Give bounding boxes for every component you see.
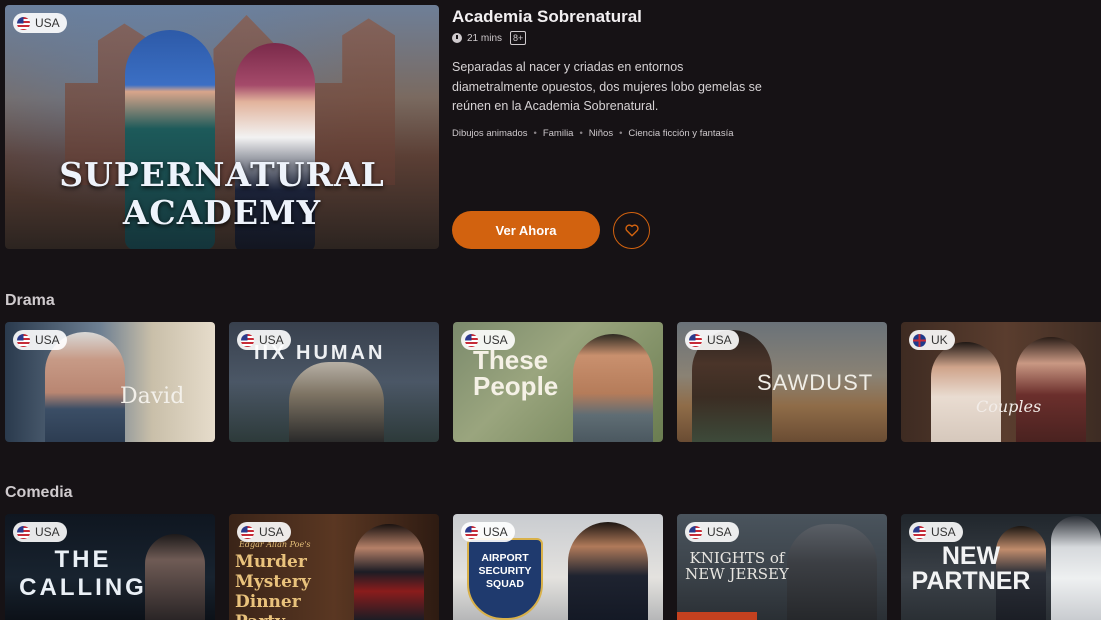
title-card[interactable]: SAWDUST USA: [677, 322, 887, 442]
poster-figure: [931, 342, 1001, 442]
country-label: USA: [35, 16, 60, 30]
card-title: AIRPORT SECURITY SQUAD: [478, 552, 532, 590]
genre-separator: •: [619, 128, 623, 139]
genre-tag: Niños: [588, 128, 614, 139]
country-badge: USA: [685, 522, 739, 542]
poster-figure: [1016, 337, 1086, 442]
favorite-button[interactable]: [613, 212, 650, 249]
title-card[interactable]: THE CALLING USA: [5, 514, 215, 620]
genre-tag: Familia: [542, 128, 574, 139]
heart-icon: [624, 224, 639, 237]
poster-figure: [1051, 516, 1101, 620]
usa-flag-icon: [913, 525, 926, 539]
country-label: USA: [35, 525, 60, 539]
country-badge: USA: [461, 330, 515, 350]
country-badge: USA: [237, 522, 291, 542]
country-label: USA: [259, 333, 284, 347]
watch-now-button[interactable]: Ver Ahora: [452, 211, 600, 249]
genre-separator: •: [533, 128, 537, 139]
usa-flag-icon: [17, 333, 30, 347]
title-card[interactable]: IIX HUMAN USA: [229, 322, 439, 442]
country-label: USA: [259, 525, 284, 539]
country-badge: UK: [909, 330, 955, 350]
usa-flag-icon: [465, 333, 478, 347]
card-title: NEW PARTNER: [911, 542, 1031, 595]
country-label: USA: [35, 333, 60, 347]
card-title: David: [120, 384, 185, 409]
usa-flag-icon: [689, 333, 702, 347]
country-label: USA: [483, 333, 508, 347]
title-card[interactable]: AIRPORT SECURITY SQUAD USA: [453, 514, 663, 620]
country-badge: USA: [685, 330, 739, 350]
poster-figure: [787, 524, 877, 620]
country-badge: USA: [461, 522, 515, 542]
age-rating-badge: 8+: [510, 31, 527, 45]
featured-poster[interactable]: SUPERNATURAL ACADEMY USA: [5, 5, 439, 249]
country-badge: USA: [909, 522, 963, 542]
country-badge: USA: [237, 330, 291, 350]
country-badge: USA: [13, 330, 67, 350]
comedia-row: THE CALLING USA Edgar Allan Poe's Murder…: [5, 514, 1101, 620]
card-title: KNIGHTS of NEW JERSEY: [685, 549, 789, 583]
card-title: SAWDUST: [757, 370, 874, 395]
country-label: USA: [707, 525, 732, 539]
country-badge: USA: [13, 522, 67, 542]
usa-flag-icon: [465, 525, 478, 539]
usa-flag-icon: [17, 525, 30, 539]
clock-icon: [452, 33, 462, 43]
drama-row: David USA IIX HUMAN USA These People USA…: [5, 322, 1101, 442]
usa-flag-icon: [241, 333, 254, 347]
section-title-drama: Drama: [5, 292, 55, 309]
poster-figure: [354, 524, 424, 620]
featured-meta: 21 mins 8+: [452, 30, 527, 46]
poster-figure: [568, 522, 648, 620]
genre-separator: •: [579, 128, 583, 139]
poster-figure: [145, 534, 205, 620]
duration-text: 21 mins: [467, 32, 503, 44]
country-badge: USA: [13, 13, 67, 33]
genre-list: Dibujos animados • Familia • Niños • Cie…: [452, 128, 734, 139]
title-card[interactable]: NEW PARTNER USA: [901, 514, 1101, 620]
poster-title-line2: ACADEMY: [122, 193, 322, 232]
featured-title: Academia Sobrenatural: [452, 7, 642, 26]
poster-banner: [677, 612, 757, 620]
country-label: USA: [483, 525, 508, 539]
country-label: UK: [931, 333, 948, 347]
card-title: These People: [473, 345, 559, 401]
poster-title-line1: SUPERNATURAL: [59, 155, 385, 194]
genre-tag: Dibujos animados: [452, 128, 528, 139]
country-label: USA: [707, 333, 732, 347]
usa-flag-icon: [17, 16, 30, 30]
card-title: THE CALLING: [19, 546, 147, 601]
usa-flag-icon: [241, 525, 254, 539]
featured-description: Separadas al nacer y criadas en entornos…: [452, 60, 762, 113]
title-card[interactable]: These People USA: [453, 322, 663, 442]
poster-figure: [289, 362, 384, 442]
card-title: Couples: [976, 397, 1042, 416]
duration: 21 mins: [452, 33, 502, 44]
title-card[interactable]: Edgar Allan Poe's Murder Mystery Dinner …: [229, 514, 439, 620]
section-title-comedia: Comedia: [5, 484, 73, 501]
uk-flag-icon: [913, 333, 926, 347]
genre-tag: Ciencia ficción y fantasía: [628, 128, 734, 139]
card-title: Murder Mystery Dinner Party: [235, 552, 311, 620]
title-card[interactable]: David USA: [5, 322, 215, 442]
title-card[interactable]: KNIGHTS of NEW JERSEY USA: [677, 514, 887, 620]
title-card[interactable]: Couples UK: [901, 322, 1101, 442]
usa-flag-icon: [689, 525, 702, 539]
country-label: USA: [931, 525, 956, 539]
